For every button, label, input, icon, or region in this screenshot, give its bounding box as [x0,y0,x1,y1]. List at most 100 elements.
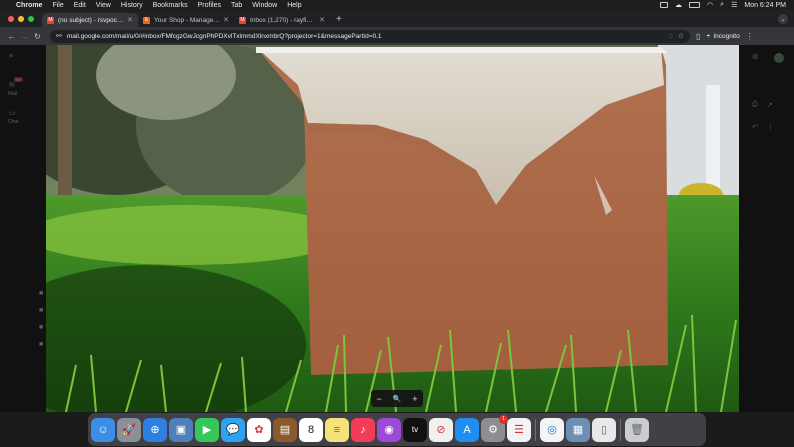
notebook-glyph: ▤ [279,424,291,436]
viewer-zoom-controls: − 🔍 + [371,390,423,407]
control-center-icon[interactable]: ☰ [731,1,737,9]
music-glyph: ♪ [360,423,366,436]
finder-glyph: ☺ [97,423,109,436]
calendar-icon[interactable]: 8 [299,417,323,442]
launchpad-icon[interactable]: 🚀 [117,417,141,442]
wifi-icon[interactable]: ◠ [707,1,713,9]
gmail-menu-icon: ≡ [9,53,14,60]
cloud-icon[interactable]: ☁ [675,1,682,9]
menu-window[interactable]: Window [252,2,277,9]
menu-edit[interactable]: Edit [74,2,86,9]
close-window-icon[interactable] [8,16,14,22]
menu-history[interactable]: History [121,2,143,9]
etsy-icon: E [143,16,150,24]
news-glyph: ⊘ [436,424,446,436]
photos-icon[interactable]: ✿ [247,417,271,442]
menu-file[interactable]: File [52,2,63,9]
zoom-out-button[interactable]: − [376,394,381,404]
gmail-icon: M [47,16,54,24]
chrome-glyph: ◎ [547,424,557,436]
tab-gmail-no-subject[interactable]: M (no subject) - rsvpocq3@gm ✕ [42,13,138,27]
image-capture-icon[interactable]: ▦ [566,417,590,442]
news-icon[interactable]: ⊘ [429,417,453,442]
dock-separator [620,418,621,441]
gmail-mail-icon: ✉ [9,82,15,89]
tab-etsy-shop[interactable]: E Your Shop - Manage Listings ✕ [138,13,234,27]
bookmark-star-icon[interactable]: ☆ [678,32,684,40]
reminders-icon[interactable]: ☰ [507,417,531,442]
back-icon[interactable]: ← [5,32,18,41]
side-panel-icon[interactable]: ▯ [696,32,700,41]
tab-gmail-inbox[interactable]: M Inbox (1,270) - rayfield@thm ✕ [234,13,330,27]
window-controls [0,16,42,27]
app-store-icon[interactable]: A [455,417,479,442]
tab-title: (no subject) - rsvpocq3@gm [58,16,125,24]
documents-icon[interactable]: ▯ [592,417,616,442]
tab-title: Inbox (1,270) - rayfield@thm [250,16,316,24]
new-tab-icon[interactable]: + [330,14,348,27]
reload-icon[interactable]: ↻ [31,32,44,41]
eye-off-icon[interactable]: ◌ [669,33,673,40]
podcasts-icon[interactable]: ◉ [377,417,401,442]
facetime-icon[interactable]: ▶ [195,417,219,442]
preview-glyph: ▣ [175,424,187,436]
menu-view[interactable]: View [96,2,111,9]
gmail-reply-icon: ↶ [752,124,758,131]
system-settings-icon[interactable]: ⚙ 1 [481,414,508,442]
close-tab-icon[interactable]: ✕ [223,16,229,24]
menu-tab[interactable]: Tab [231,2,242,9]
battery-icon[interactable] [689,2,701,8]
music-icon[interactable]: ♪ [351,417,375,442]
podcasts-glyph: ◉ [384,424,394,436]
gmail-chat-label: Chat [8,119,19,125]
gmail-mail-label: Mail [8,91,18,97]
launchpad-glyph: 🚀 [122,424,136,436]
menu-bookmarks[interactable]: Bookmarks [153,2,188,9]
gmail-chat-icon: ▭ [9,110,16,117]
messages-icon[interactable]: 💬 [221,417,245,442]
chrome-icon[interactable]: ◎ [540,417,564,442]
menu-help[interactable]: Help [287,2,301,9]
address-bar[interactable]: ⚯ mail.google.com/mail/u/0/#inbox/FMfcgz… [50,29,690,43]
menu-clock[interactable]: Mon 6:24 PM [744,2,786,9]
safari-glyph: ⊕ [150,424,160,436]
screen-mirroring-icon[interactable] [660,2,669,8]
forward-icon[interactable]: → [18,32,31,41]
menu-profiles[interactable]: Profiles [198,2,221,9]
gmail-print-icon: ⎙ [752,101,758,108]
messages-glyph: 💬 [226,424,240,436]
zoom-in-button[interactable]: + [412,394,417,404]
trash-icon[interactable]: 🗑 [625,417,649,442]
image-capture-glyph: ▦ [572,424,584,436]
chrome-menu-icon[interactable]: ⋮ [746,32,754,41]
chrome-toolbar: ← → ↻ ⚯ mail.google.com/mail/u/0/#inbox/… [0,27,794,45]
notebook-icon[interactable]: ▤ [273,417,297,442]
finder-icon[interactable]: ☺ [91,417,115,442]
zoom-window-icon[interactable] [28,16,34,22]
close-tab-icon[interactable]: ✕ [319,16,325,24]
menu-app-name[interactable]: Chrome [16,2,42,9]
chrome-tab-strip: M (no subject) - rsvpocq3@gm ✕ E Your Sh… [0,10,794,27]
notes-icon[interactable]: ≡ [325,417,349,442]
facetime-glyph: ▶ [202,424,212,436]
preview-icon[interactable]: ▣ [169,417,193,442]
address-url[interactable]: mail.google.com/mail/u/0/#inbox/FMfcgzGw… [67,33,664,40]
zoom-reset-button[interactable]: 🔍 [393,395,402,403]
incognito-indicator[interactable]: ◓ Incognito [706,33,739,40]
attachment-image [46,45,739,412]
trash-glyph: 🗑 [630,424,644,436]
tab-search-icon[interactable]: ⌄ [778,14,788,24]
gmail-icon: M [239,16,246,24]
safari-icon[interactable]: ⊕ [143,417,167,442]
apple-tv-glyph: tv [411,425,419,434]
site-info-icon[interactable]: ⚯ [56,32,62,40]
search-icon[interactable]: ⌕ [720,1,724,9]
gmail-label-dot: ■ [39,324,44,331]
minimize-window-icon[interactable] [18,16,24,22]
gmail-settings-icon: ⚙ [752,54,759,61]
gmail-unread-badge: 99+ [14,77,23,82]
apple-tv-icon[interactable]: tv [403,417,427,442]
close-tab-icon[interactable]: ✕ [127,16,133,24]
documents-glyph: ▯ [600,424,608,436]
gmail-label-dot: ■ [39,307,44,314]
